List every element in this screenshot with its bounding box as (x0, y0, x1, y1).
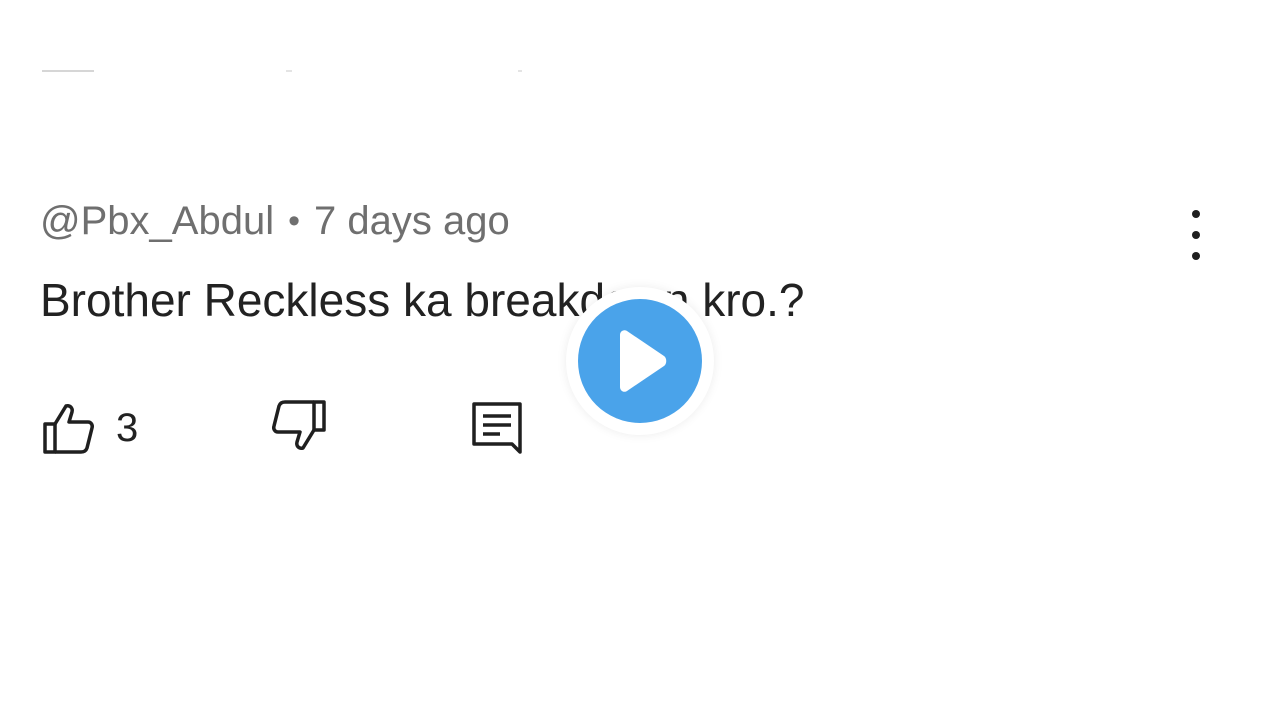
play-button[interactable] (566, 287, 714, 435)
thumbs-up-icon (43, 404, 94, 454)
dislike-button[interactable] (266, 400, 326, 456)
play-button-circle (578, 299, 702, 423)
play-icon (620, 330, 667, 392)
comment-meta: @Pbx_Abdul • 7 days ago (40, 195, 1240, 247)
divider-remnant (42, 70, 94, 72)
comment-reply-icon (472, 402, 522, 454)
thumbs-down-icon (272, 400, 326, 450)
like-button[interactable]: 3 (40, 400, 138, 456)
more-vertical-icon-dot (1192, 252, 1200, 260)
comment-author[interactable]: @Pbx_Abdul (40, 199, 274, 244)
comment-screen: @Pbx_Abdul • 7 days ago Brother Reckless… (0, 0, 1280, 720)
more-vertical-icon (1192, 210, 1200, 218)
meta-separator: • (288, 201, 300, 240)
comment-timestamp[interactable]: 7 days ago (314, 199, 510, 244)
reply-button[interactable] (470, 400, 526, 460)
comment-actions: 3 (40, 400, 600, 460)
like-count: 3 (116, 405, 139, 450)
divider-remnant (286, 70, 292, 72)
more-options-button[interactable] (1176, 210, 1216, 260)
more-vertical-icon-dot (1192, 231, 1200, 239)
comment-item: @Pbx_Abdul • 7 days ago Brother Reckless… (40, 195, 1240, 327)
divider-remnant (518, 70, 522, 72)
